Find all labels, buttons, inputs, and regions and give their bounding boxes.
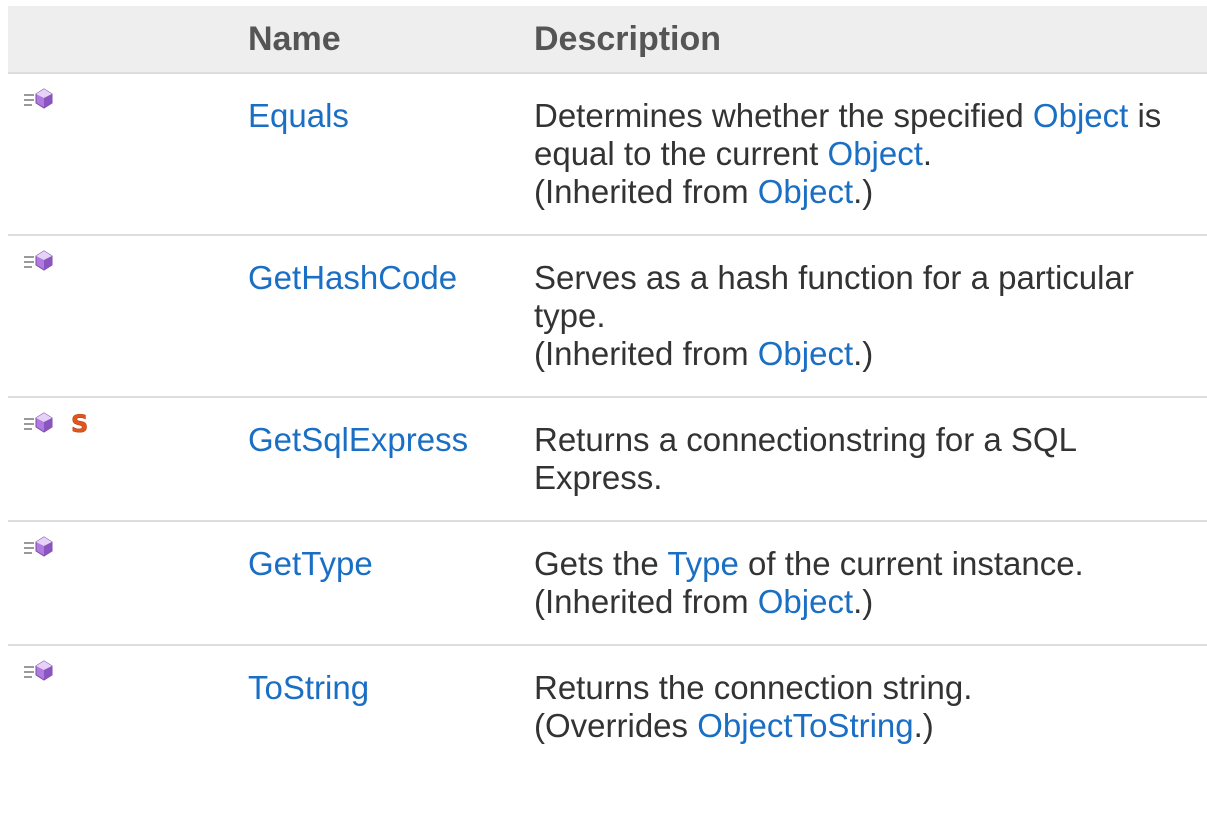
- table-row: Equals Determines whether the specified …: [8, 73, 1207, 235]
- public-method-icon: [22, 530, 56, 568]
- description-cell: Gets the Type of the current instance. (…: [534, 521, 1207, 645]
- svg-text:S: S: [71, 410, 88, 436]
- description-text: Returns a connectionstring for a SQL Exp…: [534, 421, 1076, 496]
- table-row: S GetSqlExpress Returns a connectionstri…: [8, 397, 1207, 521]
- description-text: Returns the connection string.: [534, 669, 973, 706]
- members-table: Name Description Equals Determines wheth…: [8, 6, 1207, 768]
- description-cell: Serves as a hash function for a particul…: [534, 235, 1207, 397]
- public-method-icon: [22, 654, 56, 692]
- member-link-gethashcode[interactable]: GetHashCode: [248, 259, 457, 296]
- public-method-icon: [22, 244, 56, 282]
- name-cell: ToString: [248, 645, 534, 768]
- name-cell: GetSqlExpress: [248, 397, 534, 521]
- inherited-link-object[interactable]: Object: [758, 335, 853, 372]
- inherited-note: (Inherited from: [534, 335, 758, 372]
- description-text: of the current instance.: [738, 545, 1084, 582]
- description-cell: Returns a connectionstring for a SQL Exp…: [534, 397, 1207, 521]
- table-header-row: Name Description: [8, 6, 1207, 73]
- description-text: Serves as a hash function for a particul…: [534, 259, 1134, 334]
- member-link-getsqlexpress[interactable]: GetSqlExpress: [248, 421, 468, 458]
- inherited-link-object[interactable]: Object: [758, 583, 853, 620]
- name-cell: Equals: [248, 73, 534, 235]
- type-link-type[interactable]: Type: [667, 545, 739, 582]
- static-member-icon: S: [69, 406, 91, 444]
- icon-cell: S: [8, 397, 248, 521]
- overrides-link-objecttostring[interactable]: ObjectToString: [697, 707, 913, 744]
- icon-column-header: [8, 6, 248, 73]
- name-cell: GetHashCode: [248, 235, 534, 397]
- description-text: Gets the: [534, 545, 668, 582]
- table-row: GetHashCode Serves as a hash function fo…: [8, 235, 1207, 397]
- inherited-note: .): [853, 583, 874, 620]
- inherited-note: .): [853, 335, 874, 372]
- table-row: GetType Gets the Type of the current ins…: [8, 521, 1207, 645]
- name-cell: GetType: [248, 521, 534, 645]
- overrides-note: (Overrides: [534, 707, 698, 744]
- icon-cell: [8, 235, 248, 397]
- description-cell: Returns the connection string. (Override…: [534, 645, 1207, 768]
- icon-cell: [8, 521, 248, 645]
- description-text: .: [922, 135, 933, 172]
- overrides-note: .): [913, 707, 934, 744]
- inherited-note: .): [853, 173, 874, 210]
- inherited-link-object[interactable]: Object: [758, 173, 853, 210]
- description-cell: Determines whether the specified Object …: [534, 73, 1207, 235]
- member-link-gettype[interactable]: GetType: [248, 545, 373, 582]
- type-link-object[interactable]: Object: [828, 135, 923, 172]
- public-method-icon: [22, 82, 56, 120]
- description-text: Determines whether the specified: [534, 97, 1033, 134]
- icon-cell: [8, 73, 248, 235]
- inherited-note: (Inherited from: [534, 173, 758, 210]
- description-column-header: Description: [534, 6, 1207, 73]
- inherited-note: (Inherited from: [534, 583, 758, 620]
- type-link-object[interactable]: Object: [1033, 97, 1128, 134]
- icon-cell: [8, 645, 248, 768]
- member-link-equals[interactable]: Equals: [248, 97, 349, 134]
- table-row: ToString Returns the connection string. …: [8, 645, 1207, 768]
- name-column-header: Name: [248, 6, 534, 73]
- public-method-icon: [22, 406, 56, 444]
- member-link-tostring[interactable]: ToString: [248, 669, 369, 706]
